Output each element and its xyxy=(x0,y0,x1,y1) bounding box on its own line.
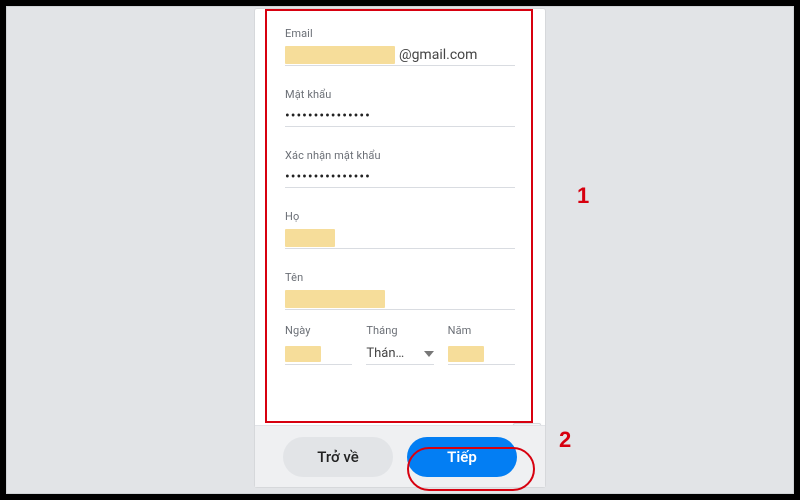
lastname-input[interactable] xyxy=(285,227,515,249)
dob-day-group: Ngày xyxy=(285,324,352,365)
screenshot-frame: Email @gmail.com Mật khẩu ••••••••••••••… xyxy=(6,6,794,494)
email-field-group: Email @gmail.com xyxy=(285,23,515,66)
back-button-label: Trở về xyxy=(317,448,359,466)
redacted-block xyxy=(285,346,321,362)
redacted-block xyxy=(285,229,335,247)
redacted-block xyxy=(448,346,484,362)
confirm-password-field-group: Xác nhận mật khẩu ••••••••••••••• xyxy=(285,145,515,188)
lastname-label: Họ xyxy=(285,210,515,223)
redacted-block xyxy=(285,290,385,308)
confirm-password-masked: ••••••••••••••• xyxy=(285,170,371,184)
dob-month-select[interactable]: Thán… xyxy=(366,343,433,365)
dob-month-group: Tháng Thán… xyxy=(366,324,433,365)
dob-year-group: Năm xyxy=(448,324,515,365)
annotation-number-2: 2 xyxy=(559,427,571,453)
dob-day-input[interactable] xyxy=(285,343,352,365)
dob-month-value: Thán… xyxy=(366,346,404,361)
email-label: Email xyxy=(285,27,515,40)
bottom-bar: Trở về Tiếp xyxy=(255,425,545,487)
next-button-label: Tiếp xyxy=(447,448,477,466)
email-suffix: @gmail.com xyxy=(399,47,477,63)
confirm-password-input[interactable]: ••••••••••••••• xyxy=(285,166,515,188)
chevron-down-icon xyxy=(424,351,434,357)
dob-year-label: Năm xyxy=(448,324,515,337)
annotation-number-1: 1 xyxy=(577,183,589,209)
back-button[interactable]: Trở về xyxy=(283,437,393,477)
dob-day-label: Ngày xyxy=(285,324,352,337)
password-masked: ••••••••••••••• xyxy=(285,109,371,123)
dob-month-label: Tháng xyxy=(366,324,433,337)
firstname-field-group: Tên xyxy=(285,267,515,310)
signup-form: Email @gmail.com Mật khẩu ••••••••••••••… xyxy=(269,9,531,429)
password-label: Mật khẩu xyxy=(285,88,515,101)
confirm-password-label: Xác nhận mật khẩu xyxy=(285,149,515,162)
dob-year-input[interactable] xyxy=(448,343,515,365)
redacted-block xyxy=(285,46,395,64)
email-input[interactable]: @gmail.com xyxy=(285,44,515,66)
firstname-input[interactable] xyxy=(285,288,515,310)
password-input[interactable]: ••••••••••••••• xyxy=(285,105,515,127)
dob-row: Ngày Tháng Thán… Năm xyxy=(285,324,515,365)
phone-screen: Email @gmail.com Mật khẩu ••••••••••••••… xyxy=(255,9,545,487)
firstname-label: Tên xyxy=(285,271,515,284)
next-button[interactable]: Tiếp xyxy=(407,437,517,477)
lastname-field-group: Họ xyxy=(285,206,515,249)
password-field-group: Mật khẩu ••••••••••••••• xyxy=(285,84,515,127)
